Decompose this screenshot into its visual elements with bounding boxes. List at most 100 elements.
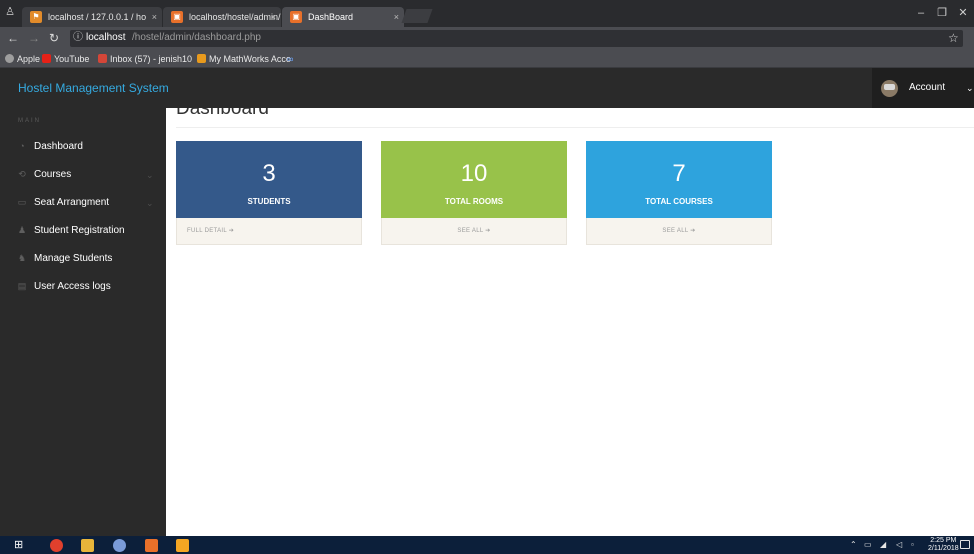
sidebar-item-courses[interactable]: ⟲ Courses ⌄: [0, 164, 166, 186]
back-icon[interactable]: ←: [6, 31, 20, 45]
file-explorer-icon[interactable]: [81, 539, 94, 552]
close-tab-icon[interactable]: ×: [271, 7, 276, 27]
volume-icon[interactable]: ◁: [896, 539, 902, 551]
sublime-text-icon[interactable]: [176, 539, 189, 552]
browser-tab-phpmyadmin[interactable]: ⚑ localhost / 127.0.0.1 / ho ×: [22, 7, 162, 27]
battery-icon[interactable]: ▭: [864, 539, 872, 551]
system-clock[interactable]: 2:25 PM 2/11/2018: [928, 537, 959, 553]
account-label: Account: [909, 82, 946, 93]
new-tab-button[interactable]: [401, 9, 433, 23]
maximize-icon[interactable]: ❐: [935, 6, 949, 20]
user-icon: ♟: [17, 225, 27, 235]
sidebar-item-label: Courses: [34, 169, 72, 180]
minimize-icon[interactable]: –: [914, 6, 928, 20]
chevron-down-icon: ⌄: [146, 198, 154, 208]
chevron-up-icon[interactable]: ⌃: [850, 539, 857, 551]
sidebar-item-label: Seat Arrangment: [34, 197, 110, 208]
main-content: Dashboard 3 STUDENTS FULL DETAIL ➔ 10 TO…: [166, 108, 974, 536]
media-player-icon[interactable]: [113, 539, 126, 552]
stat-label: TOTAL COURSES: [645, 197, 713, 206]
url-host: localhost: [86, 32, 126, 43]
monitor-icon: ▭: [17, 197, 27, 207]
stat-value: 3: [262, 160, 276, 187]
page-title: Dashboard: [176, 108, 269, 119]
stat-label: STUDENTS: [247, 197, 291, 206]
bookmark-apple[interactable]: Apple: [5, 52, 40, 66]
arrow-right-icon: ➔: [228, 228, 235, 234]
stat-card-total-rooms: 10 TOTAL ROOMS SEE ALL ➔: [381, 141, 567, 245]
stat-card-body: 7 TOTAL COURSES: [586, 141, 772, 218]
tab-title: localhost / 127.0.0.1 / ho: [48, 12, 147, 22]
chevron-down-icon: ⌄: [146, 170, 154, 180]
bookmark-mathworks[interactable]: My MathWorks Acco: [197, 52, 291, 66]
close-tab-icon[interactable]: ×: [152, 7, 157, 27]
youtube-icon: [42, 54, 51, 63]
info-icon[interactable]: ⓘ: [73, 31, 85, 45]
dashboard-icon: ◔: [19, 141, 25, 151]
courses-icon: ⟲: [18, 169, 26, 179]
bookmark-youtube[interactable]: YouTube: [42, 52, 89, 66]
xampp-icon[interactable]: [145, 539, 158, 552]
taskbar: ⊞ ⌃ ▭ ◢ ◁ ▫ 2:25 PM 2/11/2018: [0, 536, 974, 554]
bookmark-inbox[interactable]: Inbox (57) - jenish10: [98, 52, 192, 66]
app-header: Hostel Management System Account ⌄: [0, 68, 974, 108]
sidebar: MAIN ◔ Dashboard ⟲ Courses ⌄ ▭ Seat Arra…: [0, 108, 166, 536]
link-label: FULL DETAIL: [187, 228, 227, 234]
brand-title[interactable]: Hostel Management System: [18, 81, 169, 95]
site-favicon-icon: ▣: [290, 11, 302, 23]
stat-card-body: 10 TOTAL ROOMS: [381, 141, 567, 218]
windows-start-icon[interactable]: ⊞: [14, 539, 27, 552]
sidebar-item-manage-students[interactable]: ♞ Manage Students: [0, 248, 166, 270]
sidebar-item-student-registration[interactable]: ♟ Student Registration: [0, 220, 166, 242]
browser-tab-admin[interactable]: ▣ localhost/hostel/admin/ ×: [163, 7, 281, 27]
apple-icon: [5, 54, 14, 63]
see-all-courses-link[interactable]: SEE ALL ➔: [586, 218, 772, 245]
stat-value: 7: [672, 160, 686, 187]
stat-card-total-courses: 7 TOTAL COURSES SEE ALL ➔: [586, 141, 772, 245]
chevron-down-icon: ⌄: [966, 83, 974, 93]
site-favicon-icon: ▣: [171, 11, 183, 23]
browser-tab-dashboard[interactable]: ▣ DashBoard ×: [282, 7, 404, 27]
close-tab-icon[interactable]: ×: [394, 7, 399, 27]
bookmark-label: YouTube: [54, 54, 90, 64]
sidebar-item-dashboard[interactable]: ◔ Dashboard: [0, 136, 166, 158]
sidebar-item-user-access-logs[interactable]: ▤ User Access logs: [0, 276, 166, 298]
chrome-icon[interactable]: [50, 539, 63, 552]
keyboard-icon[interactable]: ▫: [911, 539, 914, 551]
bookmark-label: ∞: [287, 54, 294, 64]
file-icon: ▤: [17, 281, 27, 291]
clock-time: 2:25 PM: [930, 537, 957, 544]
tab-title: DashBoard: [308, 12, 354, 22]
wifi-icon[interactable]: ◢: [880, 539, 886, 551]
sidebar-heading: MAIN: [18, 118, 41, 124]
account-menu[interactable]: Account ⌄: [872, 68, 974, 108]
bookmark-infinity[interactable]: ∞: [287, 52, 293, 66]
stat-card-body: 3 STUDENTS: [176, 141, 362, 218]
stat-label: TOTAL ROOMS: [444, 197, 504, 206]
arrow-right-icon: ➔: [485, 228, 491, 234]
divider: [176, 127, 974, 128]
gmail-icon: [98, 54, 107, 63]
avatar: [881, 80, 898, 97]
users-icon: ♞: [17, 253, 27, 263]
sidebar-item-label: Student Registration: [34, 225, 125, 236]
see-all-rooms-link[interactable]: SEE ALL ➔: [381, 218, 567, 245]
mathworks-icon: [197, 54, 206, 63]
notification-icon[interactable]: [960, 540, 970, 549]
bookmark-label: Apple: [17, 54, 41, 64]
forward-icon[interactable]: →: [27, 31, 41, 45]
bookmark-star-icon[interactable]: ☆: [948, 31, 959, 45]
close-window-icon[interactable]: ✕: [956, 6, 970, 20]
sidebar-item-seat-arrangment[interactable]: ▭ Seat Arrangment ⌄: [0, 192, 166, 214]
url-input[interactable]: ⓘ localhost /hostel/admin/dashboard.php: [70, 30, 963, 47]
bookmark-label: My MathWorks Acco: [209, 54, 291, 64]
profile-icon[interactable]: ♙: [4, 6, 16, 18]
url-path: /hostel/admin/dashboard.php: [132, 32, 261, 43]
bookmarks-bar: Apple YouTube Inbox (57) - jenish10 My M…: [0, 50, 974, 68]
full-detail-link[interactable]: FULL DETAIL ➔: [176, 218, 362, 245]
sidebar-item-label: Dashboard: [34, 141, 83, 152]
stat-card-students: 3 STUDENTS FULL DETAIL ➔: [176, 141, 362, 245]
link-label: SEE ALL: [662, 228, 689, 234]
reload-icon[interactable]: ↻: [47, 31, 61, 45]
arrow-right-icon: ➔: [690, 228, 696, 234]
